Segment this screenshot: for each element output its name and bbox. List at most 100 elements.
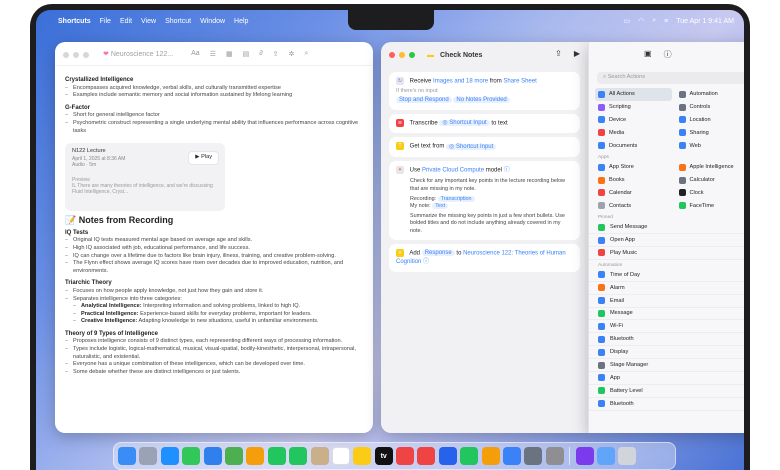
automation-trigger-item[interactable]: Stage Manager [589,359,744,372]
attach-icon[interactable]: ▤ [243,50,250,58]
shortcut-input-token[interactable]: ◎ Shortcut Input [446,143,497,150]
dock-maps-icon[interactable] [224,447,243,465]
note-body[interactable]: Crystallized Intelligence Encompasses ac… [55,66,373,376]
input-types-token[interactable]: Images and 18 more [433,79,488,85]
share-icon[interactable]: ⇪ [273,50,279,58]
category-item[interactable]: Controls [676,101,745,114]
text-token[interactable]: Text [432,202,449,209]
minimize-button[interactable] [73,52,79,58]
library-icon[interactable]: ▣ [644,49,652,60]
model-token[interactable]: Private Cloud Compute [422,167,484,173]
action-receive[interactable]: ↻ Receive Images and 18 more from Share … [389,72,580,110]
dock-iphone-mirroring-icon[interactable] [524,447,543,465]
table-icon[interactable]: ▦ [226,50,233,58]
category-item[interactable]: Automation [676,88,745,101]
category-item[interactable]: Location [676,114,745,127]
app-item[interactable]: Calendar [595,187,672,200]
search-actions-input[interactable]: ⌕ Search Actions [597,72,744,84]
action-use-model[interactable]: ✦ Use Private Cloud Compute model ⓘ Chec… [389,160,580,240]
format-button[interactable]: Aa [191,50,200,57]
category-item[interactable]: Documents [595,139,672,152]
dock-music-icon[interactable] [396,447,415,465]
minimize-button[interactable] [399,52,405,58]
source-token[interactable]: Share Sheet [503,79,536,85]
automation-trigger-item[interactable]: Time of Day [589,269,744,282]
category-item[interactable]: Sharing [676,126,745,139]
action-add-to-note[interactable]: ≡ Add Response to Neuroscience 122: Theo… [389,243,580,273]
automation-trigger-item[interactable]: Message [589,308,744,321]
automation-trigger-item[interactable]: Email [589,295,744,308]
dock-photos-icon[interactable] [246,447,265,465]
info-icon[interactable]: ⓘ [504,167,510,173]
automation-trigger-item[interactable]: Display [589,346,744,360]
pinned-action-item[interactable]: Open App [589,234,744,247]
menu-edit[interactable]: Edit [120,18,132,25]
close-button[interactable] [63,52,69,58]
category-item[interactable]: Scripting [595,101,672,114]
paperclip-icon[interactable]: ∂ [259,50,262,57]
no-notes-token[interactable]: No Notes Provided [453,96,510,103]
run-icon[interactable]: ▶ [574,49,580,58]
dock-shortcuts-icon[interactable] [575,447,594,465]
info-icon[interactable]: ⓘ [664,49,672,60]
shortcut-input-token[interactable]: ◎ Shortcut Input [439,120,490,127]
menu-view[interactable]: View [141,18,156,25]
shortcut-title[interactable]: Check Notes [440,52,482,59]
action-get-text[interactable]: T Get text from ◎ Shortcut Input [389,137,580,157]
pinned-action-item[interactable]: Send Message [589,221,744,235]
menu-app-name[interactable]: Shortcuts [58,18,91,25]
automation-trigger-item[interactable]: App [589,372,744,385]
app-item[interactable]: Books [595,174,672,187]
dock-calendar-icon[interactable] [331,447,350,465]
app-item[interactable]: Clock [676,187,745,200]
category-item[interactable]: Device [595,114,672,127]
control-center-icon[interactable]: ≡ [664,18,668,25]
menu-shortcut[interactable]: Shortcut [165,18,191,25]
category-item[interactable]: All Actions [595,88,672,101]
close-button[interactable] [389,52,395,58]
category-item[interactable]: Web [676,139,745,152]
dock-launchpad-icon[interactable] [139,447,158,465]
dock-facetime-icon[interactable] [267,447,286,465]
automation-trigger-item[interactable]: Bluetooth [589,398,744,411]
info-icon[interactable]: ⓘ [423,259,429,265]
search-icon[interactable]: ⌕ [652,17,656,25]
dock-phone-icon[interactable] [289,447,308,465]
dock-pages-icon[interactable] [481,447,500,465]
app-item[interactable]: Calculator [676,174,745,187]
dock-news-icon[interactable] [417,447,436,465]
action-transcribe[interactable]: ≋ Transcribe ◎ Shortcut Input to text [389,113,580,134]
zoom-button[interactable] [83,52,89,58]
category-item[interactable]: Media [595,126,672,139]
prompt-box[interactable]: Check for any important key points in th… [396,175,573,234]
app-item[interactable]: App Store [595,161,672,174]
search-icon[interactable]: ⌕ [304,50,308,58]
share-icon[interactable]: ⇪ [555,49,562,58]
automation-trigger-item[interactable]: Wi-Fi [589,320,744,334]
menu-window[interactable]: Window [200,18,225,25]
dock-mail-icon[interactable] [203,447,222,465]
app-item[interactable]: Contacts [595,199,672,212]
app-item[interactable]: Apple Intelligence [676,161,745,174]
automation-trigger-item[interactable]: Bluetooth [589,333,744,347]
dock-trash-icon[interactable] [618,447,637,465]
menu-help[interactable]: Help [234,18,248,25]
zoom-button[interactable] [409,52,415,58]
dock-numbers-icon[interactable] [460,447,479,465]
wifi-icon[interactable]: ◠ [638,17,644,25]
dock-keynote-icon[interactable] [438,447,457,465]
dock-safari-icon[interactable] [160,447,179,465]
dock-contacts-icon[interactable] [310,447,329,465]
settings-icon[interactable]: ✲ [289,50,295,58]
dock-notes-icon[interactable] [353,447,372,465]
dock-downloads-icon[interactable] [596,447,615,465]
automation-trigger-item[interactable]: Alarm [589,282,744,295]
dock-finder-icon[interactable] [118,447,136,465]
clock[interactable]: Tue Apr 1 9:41 AM [676,18,734,25]
automation-trigger-item[interactable]: Battery Level [589,385,744,398]
audio-recording-card[interactable]: N122 Lecture April 1, 2025 at 8:36 AM Au… [65,143,225,212]
dock-tv-icon[interactable]: tv [374,447,393,465]
menu-file[interactable]: File [100,18,111,25]
stop-respond-token[interactable]: Stop and Respond [396,96,452,103]
dock-settings-icon[interactable] [545,447,564,465]
